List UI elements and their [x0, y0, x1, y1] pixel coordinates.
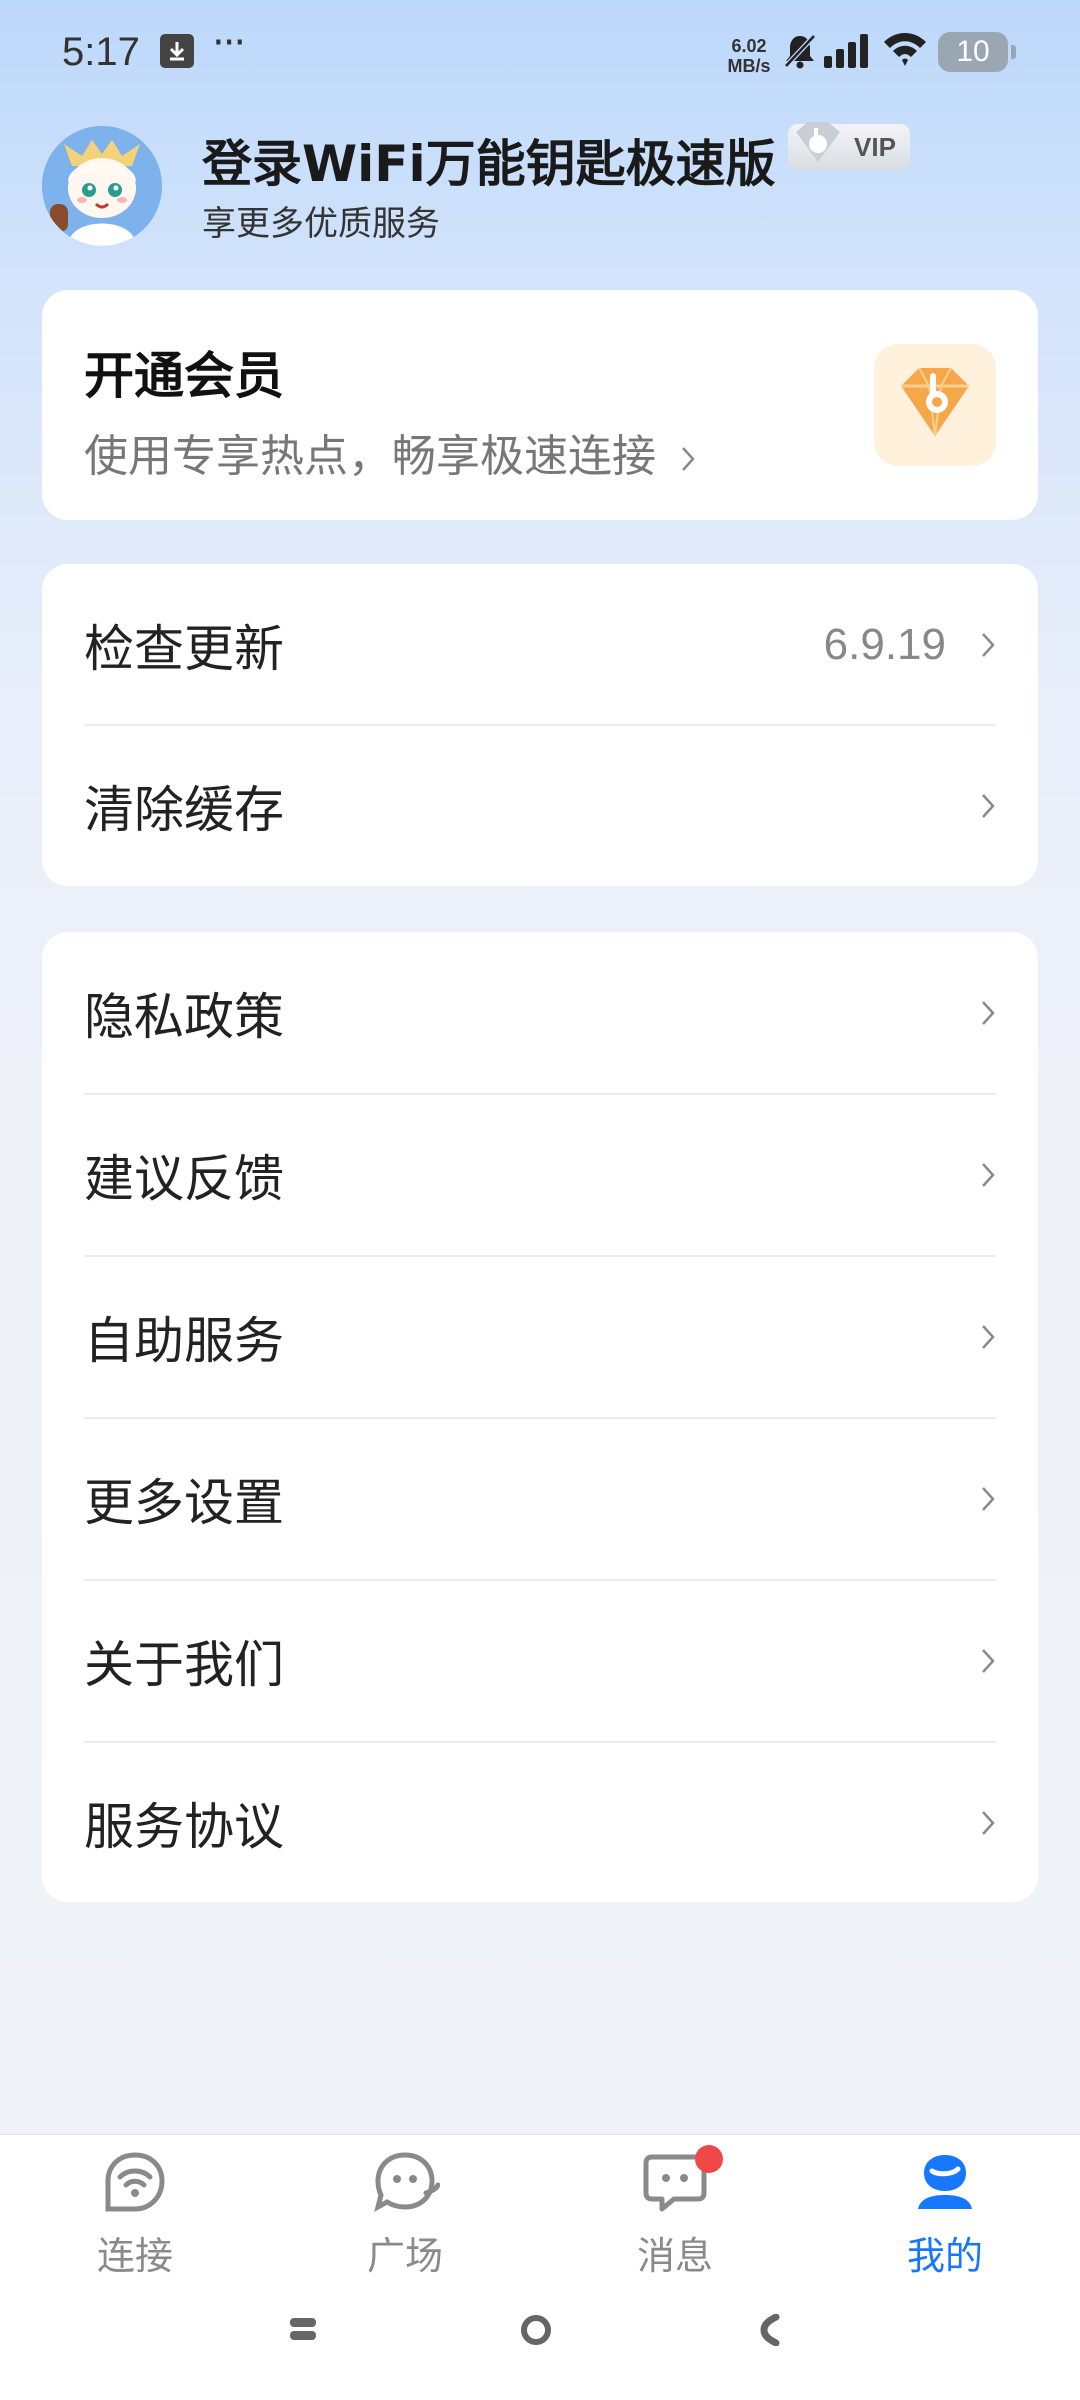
update-card: 检查更新 6.9.19 清除缓存: [42, 564, 1038, 886]
tab-square[interactable]: 广场: [315, 2147, 495, 2278]
privacy-policy-row[interactable]: 隐私政策: [42, 932, 1038, 1093]
chevron-right-icon: [980, 997, 996, 1033]
message-badge: [695, 2145, 723, 2173]
service-agreement-label: 服务协议: [84, 1797, 284, 1856]
self-service-label: 自助服务: [84, 1311, 284, 1370]
status-time: 5:17: [62, 30, 140, 74]
net-speed: 6.02 MB/s: [724, 36, 774, 76]
tab-connect[interactable]: 连接: [45, 2147, 225, 2278]
feedback-label: 建议反馈: [84, 1149, 284, 1208]
tab-connect-label: 连接: [96, 2234, 173, 2278]
chat-face-icon: [370, 2147, 441, 2217]
about-us-label: 关于我们: [84, 1635, 284, 1694]
download-icon: [160, 34, 194, 68]
tab-messages-label: 消息: [636, 2234, 713, 2278]
tab-messages[interactable]: 消息: [585, 2145, 765, 2278]
settings-card: 隐私政策 建议反馈 自助服务 更多设置 关于我们 服务协议: [42, 932, 1038, 1902]
bell-muted-icon: [782, 32, 818, 74]
back-icon[interactable]: [758, 2313, 782, 2350]
signal-icon: [824, 34, 870, 72]
vip-label: VIP: [854, 132, 896, 162]
wifi-icon: [882, 30, 928, 74]
check-update-label: 检查更新: [84, 619, 284, 678]
system-nav-bar: [0, 2296, 1080, 2376]
check-update-row[interactable]: 检查更新 6.9.19: [42, 564, 1038, 725]
chevron-right-icon: [980, 1483, 996, 1519]
tab-mine[interactable]: 我的: [855, 2147, 1035, 2278]
more-settings-row[interactable]: 更多设置: [42, 1418, 1038, 1579]
clear-cache-row[interactable]: 清除缓存: [42, 725, 1038, 886]
net-speed-unit: MB/s: [727, 56, 771, 76]
self-service-row[interactable]: 自助服务: [42, 1256, 1038, 1417]
status-bar: 5:17 ··· 6.02 MB/s 10: [0, 0, 1080, 104]
clear-cache-label: 清除缓存: [84, 780, 284, 839]
member-subtitle-text: 使用专享热点，畅享极速连接: [84, 431, 656, 482]
vip-badge[interactable]: VIP: [788, 122, 910, 170]
chevron-right-icon: [680, 434, 696, 485]
diamond-key-icon: [874, 344, 996, 466]
about-us-row[interactable]: 关于我们: [42, 1580, 1038, 1741]
home-icon[interactable]: [520, 2314, 552, 2350]
avatar[interactable]: [42, 126, 162, 246]
recent-apps-icon[interactable]: [288, 2314, 318, 2348]
feedback-row[interactable]: 建议反馈: [42, 1094, 1038, 1255]
profile-subtitle: 享更多优质服务: [202, 204, 440, 244]
chevron-right-icon: [980, 1807, 996, 1843]
chevron-right-icon: [980, 1321, 996, 1357]
chevron-right-icon: [980, 790, 996, 826]
member-title: 开通会员: [84, 347, 284, 405]
status-more: ···: [212, 20, 246, 66]
battery-icon: 10: [938, 32, 1016, 72]
member-subtitle: 使用专享热点，畅享极速连接: [84, 420, 696, 485]
profile-icon: [910, 2147, 980, 2217]
wifi-connect-icon: [100, 2147, 170, 2217]
login-title[interactable]: 登录WiFi万能钥匙极速版: [202, 124, 776, 196]
net-speed-value: 6.02: [731, 36, 767, 56]
version-value: 6.9.19: [823, 619, 946, 669]
privacy-policy-label: 隐私政策: [84, 987, 284, 1046]
more-settings-label: 更多设置: [84, 1473, 284, 1532]
tab-mine-label: 我的: [906, 2234, 983, 2278]
chevron-right-icon: [980, 1645, 996, 1681]
service-agreement-row[interactable]: 服务协议: [42, 1742, 1038, 1903]
chevron-right-icon: [980, 1159, 996, 1195]
tab-square-label: 广场: [366, 2234, 443, 2278]
chevron-right-icon: [980, 629, 996, 665]
member-card[interactable]: 开通会员 使用专享热点，畅享极速连接: [42, 290, 1038, 520]
